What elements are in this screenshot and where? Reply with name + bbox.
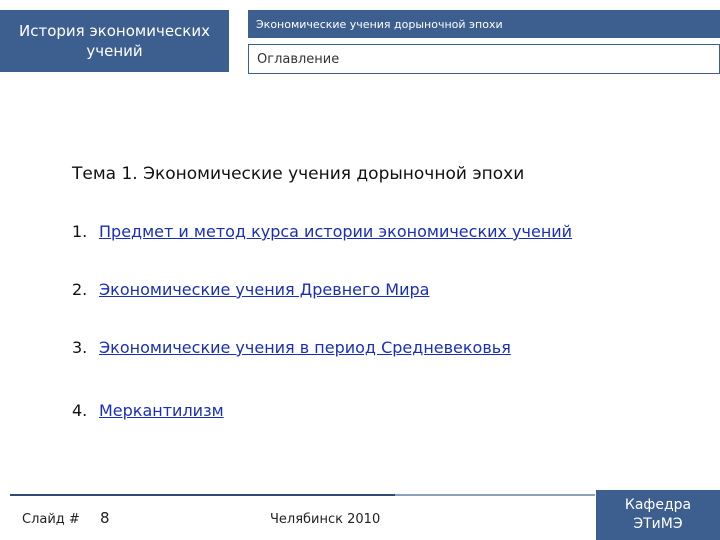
toc-item-number: 3. (72, 338, 88, 357)
toc-link-middle-ages[interactable]: Экономические учения в период Средневеко… (99, 338, 511, 357)
footer-divider-dark (10, 494, 395, 496)
toc-link-subject-and-method[interactable]: Предмет и метод курса истории экономичес… (99, 222, 572, 241)
section-title: Оглавление (257, 51, 340, 67)
slide-label: Слайд # (22, 512, 80, 527)
header-text: Экономические учения дорыночной эпохи (256, 17, 503, 31)
department-box: Кафедра ЭТиМЭ (596, 490, 720, 540)
department-line1: Кафедра (624, 497, 692, 513)
course-title-box: История экономических учений (0, 10, 229, 72)
toc-item-4: 4. Меркантилизм (72, 401, 224, 420)
course-title-line2: учений (86, 42, 143, 60)
toc-link-ancient-world[interactable]: Экономические учения Древнего Мира (99, 280, 429, 299)
section-title-box: Оглавление (248, 44, 720, 74)
department-line2: ЭТиМЭ (633, 516, 683, 532)
course-title-line1: История экономических (19, 22, 210, 40)
header-band: Экономические учения дорыночной эпохи (248, 10, 720, 38)
slide-number: 8 (100, 509, 110, 527)
toc-item-1: 1. Предмет и метод курса истории экономич… (72, 222, 572, 241)
city-year: Челябинск 2010 (270, 512, 381, 527)
toc-link-mercantilism[interactable]: Меркантилизм (99, 401, 224, 420)
toc-item-number: 2. (72, 280, 88, 299)
toc-item-2: 2. Экономические учения Древнего Мира (72, 280, 429, 299)
footer-divider-light (395, 494, 595, 496)
toc-item-3: 3. Экономические учения в период Средневе… (72, 338, 511, 357)
toc-item-number: 4. (72, 401, 88, 420)
topic-heading: Тема 1. Экономические учения дорыночной … (72, 164, 525, 184)
toc-item-number: 1. (72, 222, 88, 241)
